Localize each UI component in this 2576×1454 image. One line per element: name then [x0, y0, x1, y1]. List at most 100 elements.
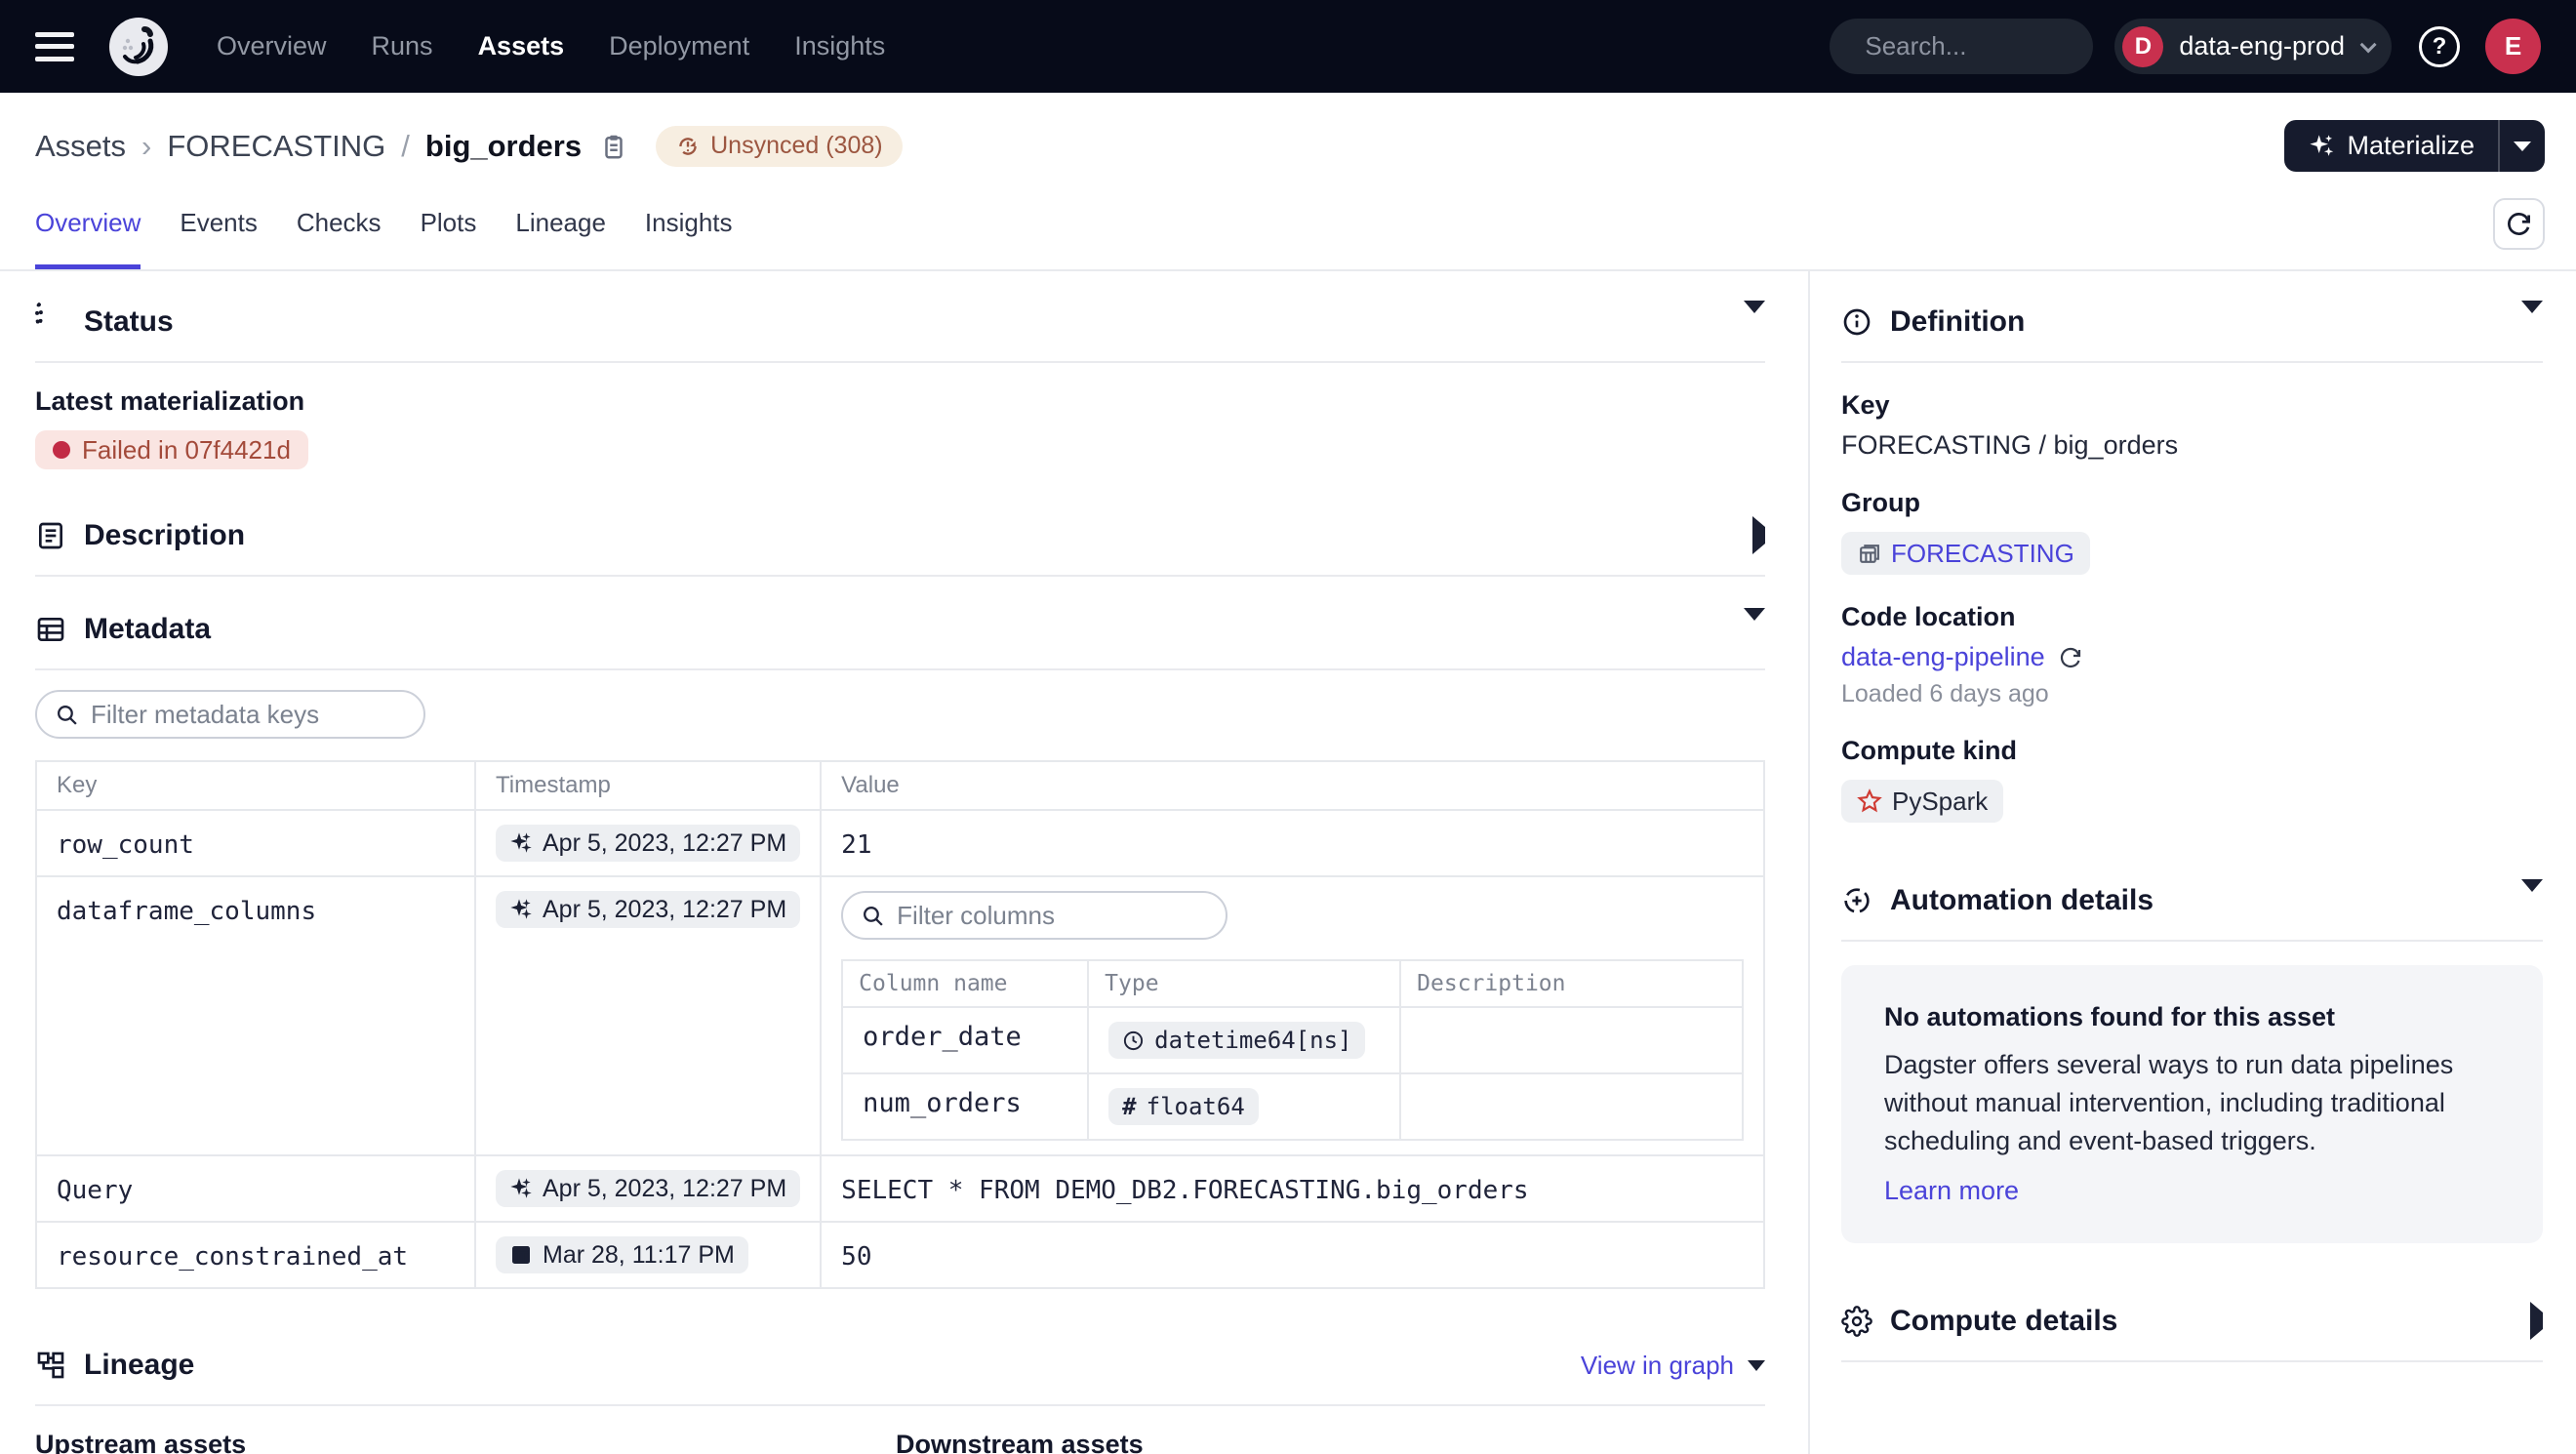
help-icon[interactable]: ?	[2419, 26, 2460, 67]
metadata-table: Key Timestamp Value row_count Apr 5, 202…	[35, 760, 1765, 1289]
page-header: Assets › FORECASTING / big_orders Unsync…	[0, 93, 2576, 185]
tab-insights[interactable]: Insights	[645, 208, 733, 269]
column-header-value: Value	[821, 761, 1764, 810]
chevron-down-icon	[2514, 141, 2531, 151]
tab-events[interactable]: Events	[180, 208, 258, 269]
type-label: float64	[1147, 1093, 1245, 1120]
spark-star-icon	[1857, 788, 1882, 814]
materialization-sparkle-icon	[509, 831, 533, 855]
lineage-section: Lineage View in graph Upstream assets FO…	[35, 1338, 1765, 1454]
breadcrumb-assets[interactable]: Assets	[35, 129, 126, 164]
timestamp-label: Apr 5, 2023, 12:27 PM	[543, 1175, 786, 1203]
status-icon	[35, 306, 66, 338]
breadcrumb-group[interactable]: FORECASTING	[167, 129, 385, 164]
lineage-header: Lineage View in graph	[35, 1338, 1765, 1393]
clock-icon	[1122, 1030, 1145, 1052]
learn-more-link[interactable]: Learn more	[1884, 1176, 2019, 1206]
asset-overview-main: Status Latest materialization Failed in …	[0, 271, 1810, 1454]
column-description	[1400, 1073, 1743, 1140]
failed-dot-icon	[53, 441, 70, 459]
compute-details-title: Compute details	[1890, 1305, 2117, 1338]
refresh-button[interactable]	[2493, 198, 2545, 250]
definition-header: Definition	[1841, 295, 2543, 349]
metadata-filter[interactable]	[35, 690, 425, 739]
copy-icon[interactable]	[599, 132, 628, 161]
automation-section: Automation details No automations found …	[1841, 873, 2543, 1243]
automation-header: Automation details	[1841, 873, 2543, 928]
asset-key-value: FORECASTING / big_orders	[1841, 430, 2543, 461]
column-header-timestamp: Timestamp	[475, 761, 821, 810]
tab-lineage[interactable]: Lineage	[515, 208, 606, 269]
status-header: Status	[35, 295, 1765, 349]
table-row: order_date datetime64[ns]	[842, 1007, 1743, 1073]
timestamp-link[interactable]: Apr 5, 2023, 12:27 PM	[496, 891, 800, 928]
collapse-toggle[interactable]	[1744, 621, 1765, 638]
columns-filter[interactable]	[841, 891, 1228, 940]
columns-table: Column name Type Description order_date	[841, 959, 1744, 1141]
tab-plots[interactable]: Plots	[421, 208, 477, 269]
timestamp-link[interactable]: Apr 5, 2023, 12:27 PM	[496, 825, 800, 862]
dagster-logo[interactable]	[107, 16, 170, 78]
search-box[interactable]: /	[1830, 19, 2093, 74]
timestamp-label: Apr 5, 2023, 12:27 PM	[543, 896, 786, 924]
timestamp-link[interactable]: Mar 28, 11:17 PM	[496, 1236, 748, 1273]
metadata-key: dataframe_columns	[36, 876, 475, 1155]
materialization-sparkle-icon	[509, 1177, 533, 1200]
nav-item-runs[interactable]: Runs	[372, 31, 433, 61]
timestamp-link[interactable]: Apr 5, 2023, 12:27 PM	[496, 1170, 800, 1207]
nav-item-deployment[interactable]: Deployment	[609, 31, 749, 61]
compute-details-header: Compute details	[1841, 1294, 2543, 1349]
sparkle-icon	[2308, 133, 2335, 160]
type-badge: # float64	[1108, 1088, 1259, 1125]
deployment-switcher[interactable]: D data-eng-prod	[2114, 19, 2392, 74]
materialize-button[interactable]: Materialize	[2284, 120, 2545, 172]
unsynced-badge[interactable]: Unsynced (308)	[656, 126, 902, 167]
user-avatar[interactable]: E	[2485, 19, 2541, 74]
view-in-graph-button[interactable]: View in graph	[1581, 1351, 1765, 1381]
asset-tabs: Overview Events Checks Plots Lineage Ins…	[0, 185, 2576, 271]
upstream-assets-label: Upstream assets	[35, 1430, 896, 1454]
tab-checks[interactable]: Checks	[297, 208, 382, 269]
collapse-toggle[interactable]	[2521, 313, 2543, 331]
failed-run-badge[interactable]: Failed in 07f4421d	[35, 430, 308, 469]
columns-filter-input[interactable]	[897, 901, 1224, 931]
code-location-label: Code location	[1841, 602, 2543, 632]
nav-item-assets[interactable]: Assets	[478, 31, 565, 61]
description-header: Description	[35, 508, 1765, 563]
code-location-link[interactable]: data-eng-pipeline	[1841, 642, 2045, 672]
expand-toggle[interactable]	[2530, 1313, 2543, 1330]
downstream-assets-block: Downstream assets –	[896, 1430, 1144, 1454]
chevron-down-icon	[2360, 36, 2377, 53]
metadata-filter-input[interactable]	[91, 700, 418, 730]
materialize-label: Materialize	[2347, 131, 2475, 161]
materialize-dropdown[interactable]	[2498, 120, 2545, 172]
timestamp-label: Apr 5, 2023, 12:27 PM	[543, 829, 786, 858]
column-name: order_date	[842, 1007, 1088, 1073]
compute-kind-badge: PySpark	[1841, 780, 2003, 823]
metadata-title: Metadata	[84, 613, 211, 646]
search-icon	[861, 904, 885, 928]
columns-table-header: Column name Type Description	[842, 960, 1743, 1007]
timestamp-label: Mar 28, 11:17 PM	[543, 1241, 735, 1270]
reload-icon[interactable]	[2059, 646, 2082, 669]
group-badge[interactable]: FORECASTING	[1841, 532, 2090, 575]
materialize-main[interactable]: Materialize	[2284, 120, 2498, 172]
metadata-key: resource_constrained_at	[36, 1222, 475, 1288]
nav-item-overview[interactable]: Overview	[217, 31, 327, 61]
type-badge: datetime64[ns]	[1108, 1022, 1365, 1059]
definition-title: Definition	[1890, 305, 2025, 339]
compute-kind-label: Compute kind	[1841, 736, 2543, 766]
refresh-icon	[2506, 211, 2532, 237]
tab-overview[interactable]: Overview	[35, 208, 141, 269]
search-icon	[55, 703, 79, 727]
expand-toggle[interactable]	[1752, 527, 1765, 545]
collapse-toggle[interactable]	[2521, 892, 2543, 909]
table-row: row_count Apr 5, 2023, 12:27 PM 21	[36, 810, 1764, 876]
unsynced-label: Unsynced (308)	[710, 132, 882, 160]
collapse-toggle[interactable]	[1744, 313, 1765, 331]
menu-icon[interactable]	[35, 32, 74, 61]
nav-item-insights[interactable]: Insights	[794, 31, 885, 61]
automation-title: Automation details	[1890, 884, 2153, 917]
observation-grid-icon	[509, 1243, 533, 1267]
description-title: Description	[84, 519, 245, 552]
